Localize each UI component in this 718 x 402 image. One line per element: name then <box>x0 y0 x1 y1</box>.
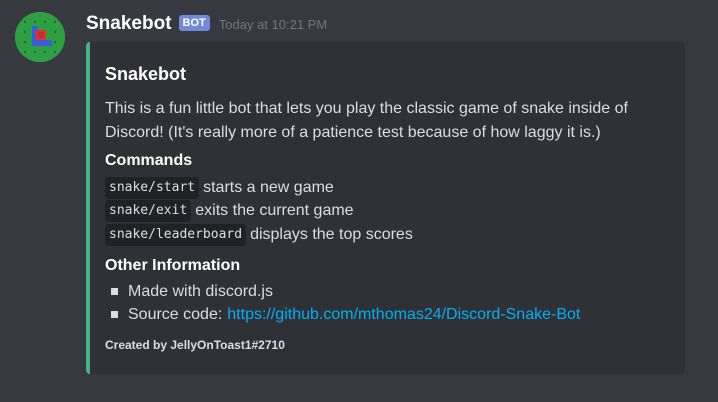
command-code: snake/start <box>105 176 200 199</box>
rich-embed: Snakebot This is a fun little bot that l… <box>86 42 685 374</box>
bullet-icon <box>111 311 118 318</box>
username[interactable]: Snakebot <box>86 13 172 35</box>
list-item-text: Source code: <box>128 305 223 323</box>
embed-description: This is a fun little bot that lets you p… <box>105 100 628 141</box>
command-description: displays the top scores <box>250 225 413 243</box>
command-code: snake/exit <box>105 199 192 222</box>
source-code-link[interactable]: https://github.com/mthomas24/Discord-Sna… <box>227 306 580 324</box>
chat-message: Snakebot BOT Today at 10:21 PM Snakebot … <box>0 0 718 402</box>
list-item-text: Made with discord.js <box>128 282 273 300</box>
embed-footer: Created by JellyOnToast1#2710 <box>105 338 285 352</box>
command-code: snake/leaderboard <box>105 223 247 246</box>
command-description: exits the current game <box>195 201 354 219</box>
message-header: Snakebot BOT Today at 10:21 PM <box>86 11 327 37</box>
bot-tag-badge: BOT <box>178 15 210 31</box>
snake-game-avatar-icon[interactable] <box>15 12 65 62</box>
message-timestamp[interactable]: Today at 10:21 PM <box>219 17 327 32</box>
list-item: Source code: https://github.com/mthomas2… <box>111 303 580 326</box>
bullet-icon <box>111 288 118 295</box>
avatar-image <box>15 12 65 62</box>
commands-heading: Commands <box>105 152 193 169</box>
command-line-exit: snake/exit exits the current game <box>105 199 354 222</box>
list-item: Made with discord.js <box>111 280 273 303</box>
embed-title: Snakebot <box>105 64 187 84</box>
command-line-leaderboard: snake/leaderboard displays the top score… <box>105 223 413 246</box>
other-information-heading: Other Information <box>105 257 241 274</box>
command-line-start: snake/start starts a new game <box>105 176 334 199</box>
command-description: starts a new game <box>203 178 334 196</box>
